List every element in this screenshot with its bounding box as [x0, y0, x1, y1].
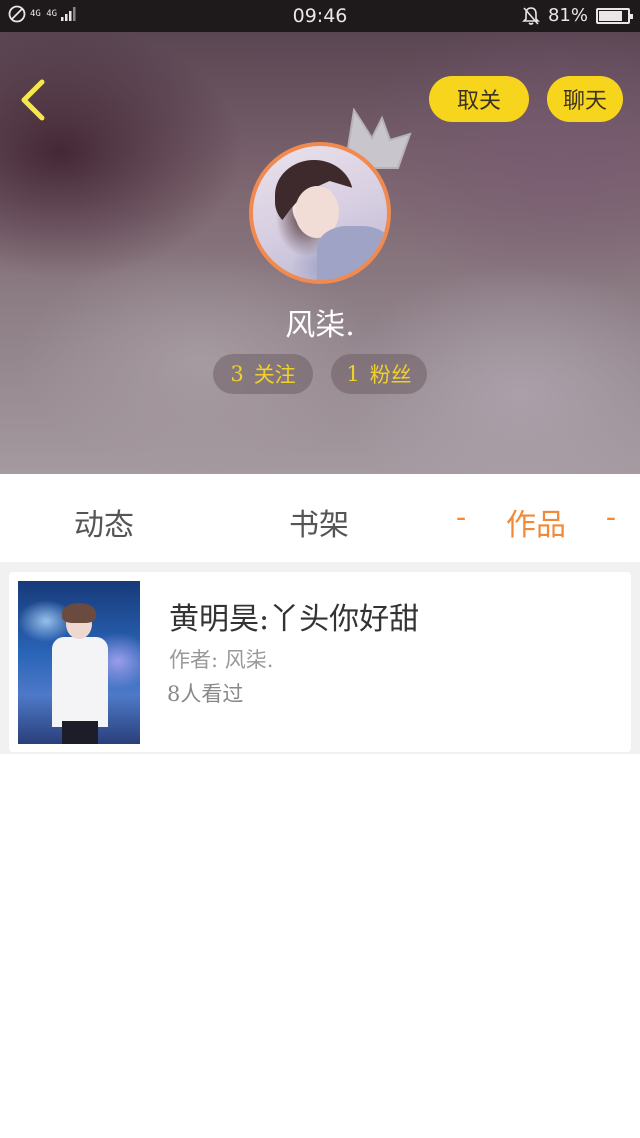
cover-figure-hair: [62, 603, 96, 623]
status-right: 81%: [522, 5, 633, 26]
work-title: 黄明昊:丫头你好甜: [169, 602, 420, 637]
profile-header: 取关 聊天 风柒. 3 关注 1 粉丝: [0, 32, 640, 474]
following-count: 3: [230, 362, 244, 386]
tab-bookshelf[interactable]: 书架: [289, 500, 349, 544]
chat-button[interactable]: 聊天: [547, 76, 623, 122]
fans-label: 粉丝: [369, 363, 412, 387]
following-label: 关注: [253, 363, 296, 387]
cover-figure-body: [52, 637, 108, 727]
work-card[interactable]: 黄明昊:丫头你好甜 作者: 风柒. 8人看过: [9, 572, 631, 752]
fans-stat[interactable]: 1 粉丝: [331, 354, 427, 394]
chevron-left-icon: [21, 79, 45, 121]
avatar-arm: [317, 226, 387, 280]
battery-fill: [599, 10, 622, 21]
cover-figure-legs: [62, 721, 98, 744]
tab-works-label: 作品: [506, 508, 566, 543]
work-views: 8人看过: [167, 682, 244, 706]
username: 风柒.: [285, 308, 355, 343]
tab-marker-right: -: [605, 500, 616, 535]
work-author: 作者: 风柒.: [169, 648, 274, 672]
avatar[interactable]: [249, 142, 391, 284]
profile-tabs: 动态 书架 - 作品 -: [0, 474, 640, 564]
battery-percent: 81%: [547, 5, 588, 26]
tab-works[interactable]: - 作品 -: [456, 500, 616, 544]
work-cover-image: [18, 581, 140, 744]
tab-dynamics[interactable]: 动态: [74, 500, 134, 544]
tab-divider: [0, 562, 640, 572]
unfollow-button[interactable]: 取关: [429, 76, 529, 122]
status-bar: 4G 4G 09:46 81%: [0, 0, 640, 32]
back-button[interactable]: [16, 78, 56, 122]
fans-count: 1: [346, 362, 360, 386]
mute-bell-icon: [522, 6, 540, 25]
tab-marker-left: -: [456, 500, 467, 535]
battery-icon: [596, 7, 633, 24]
following-stat[interactable]: 3 关注: [213, 354, 313, 394]
